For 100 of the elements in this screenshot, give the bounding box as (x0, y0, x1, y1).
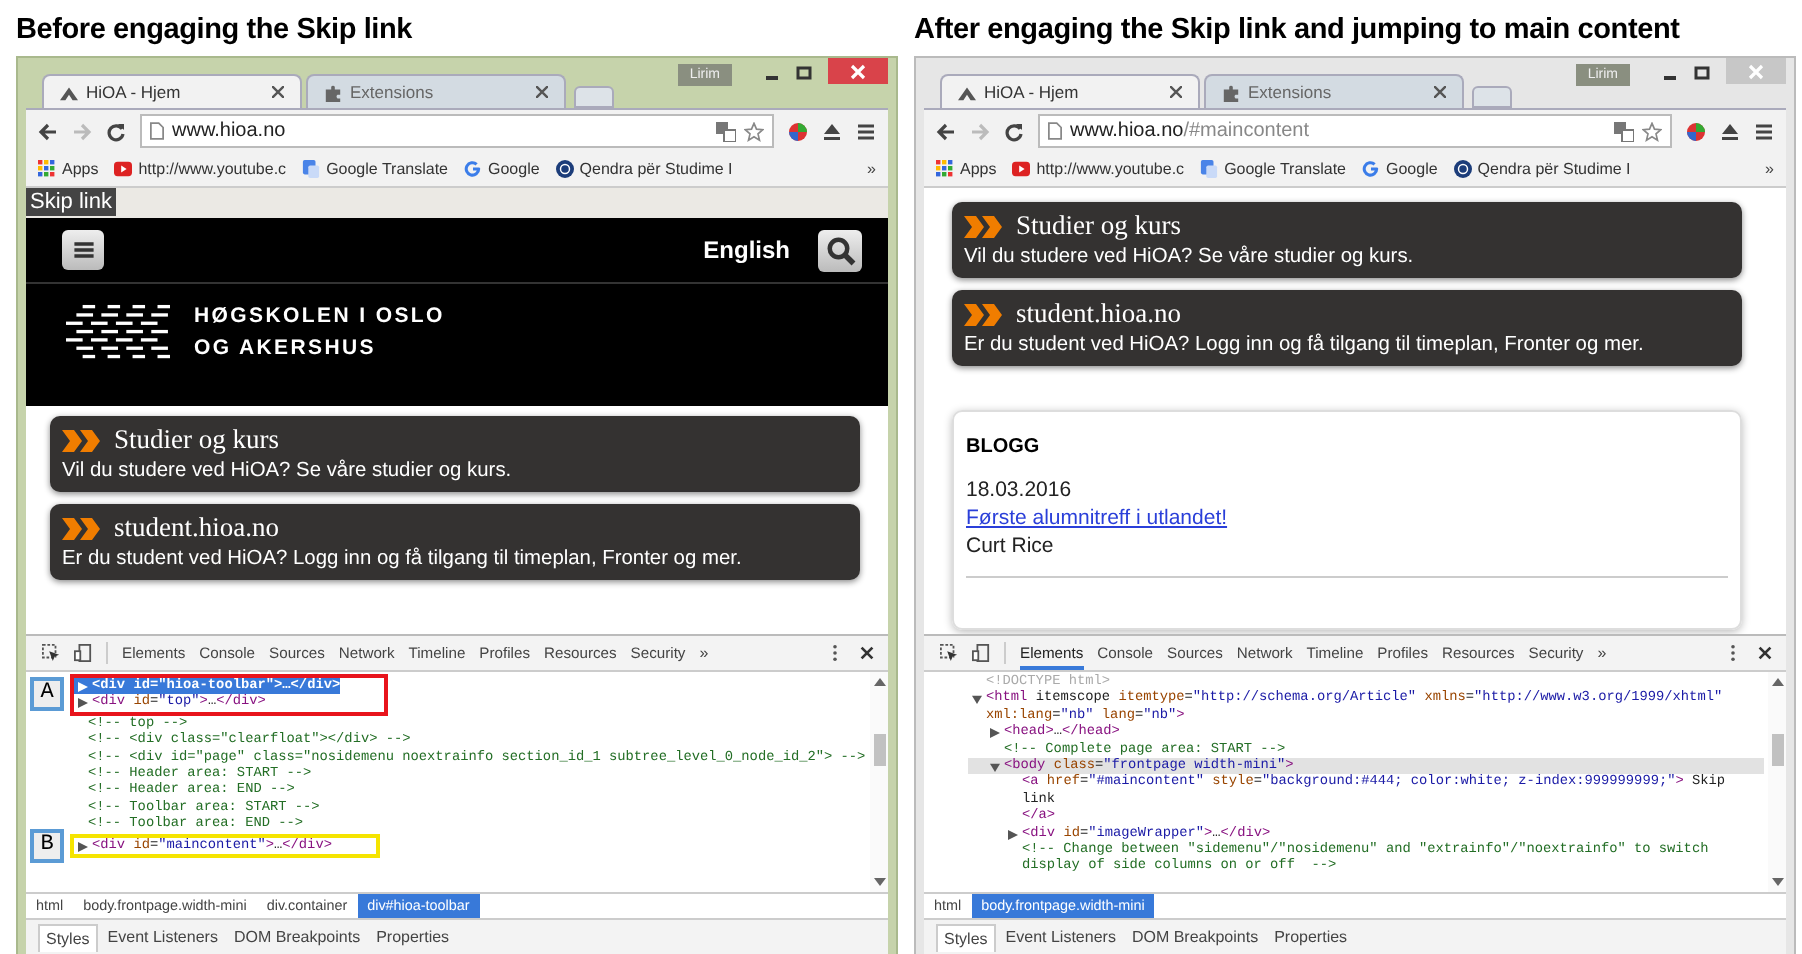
scroll-down-icon[interactable] (1771, 878, 1783, 886)
triangle-right-icon[interactable] (78, 841, 88, 852)
triangle-down-icon[interactable] (990, 762, 1000, 773)
device-icon[interactable] (972, 644, 990, 662)
logo-text: OG AKERSHUS (194, 334, 378, 364)
scroll-up-icon[interactable] (1771, 678, 1783, 686)
sidebar-tab[interactable]: Properties (1268, 924, 1354, 950)
house-icon (958, 83, 976, 101)
maximize-icon[interactable] (796, 66, 812, 82)
inspect-cursor-icon[interactable] (940, 644, 958, 662)
inspect-cursor-icon[interactable] (42, 644, 60, 662)
address-field[interactable]: www.hioa.no (140, 114, 774, 148)
post-link[interactable]: Første alumnitreff i utlandet! (966, 504, 1228, 532)
triangle-right-icon[interactable] (990, 728, 1000, 739)
browser-tab[interactable]: Extensions (1204, 74, 1464, 108)
more-tabs-button[interactable]: » (699, 644, 709, 662)
bookmark[interactable]: Google (464, 160, 540, 178)
bookmark[interactable]: Qendra për Studime I (555, 160, 733, 178)
more-bookmarks-button[interactable]: » (867, 160, 876, 178)
card-text: Er du student ved HiOA? Logg inn og få tilgang til timeplan, Fronter og mer. (964, 334, 1646, 356)
sidebar-tab[interactable]: DOM Breakpoints (227, 924, 367, 950)
browser-tab[interactable]: HiOA - Hjem (940, 74, 1200, 108)
card-title: student.hioa.no (114, 512, 279, 544)
reload-icon[interactable] (106, 121, 126, 141)
back-arrow-icon[interactable] (936, 121, 956, 141)
scrollbar[interactable] (870, 672, 888, 892)
browser-tab[interactable]: Extensions (306, 74, 566, 108)
scrollbar[interactable] (1768, 672, 1786, 892)
post-date: 18.03.2016 (966, 476, 1074, 504)
link-card[interactable]: Studier og kurs Vil du studere ved HiOA? Se våre studier og kurs. (952, 202, 1742, 278)
reload-icon[interactable] (1004, 121, 1024, 141)
blog-heading: BLOGG (966, 436, 1042, 458)
sidebar-tab[interactable]: Properties (370, 924, 456, 950)
translate-icon[interactable] (716, 121, 736, 141)
card-title: student.hioa.no (1016, 298, 1181, 330)
back-arrow-icon[interactable] (38, 121, 58, 141)
triangle-right-icon[interactable] (78, 682, 88, 692)
apps-grid-icon (936, 160, 954, 178)
colorful-ball-icon[interactable] (788, 121, 808, 141)
browser-tab[interactable]: HiOA - Hjem (42, 74, 302, 108)
bookmark[interactable]: http://www.youtube.c (114, 160, 287, 178)
link-card[interactable]: student.hioa.no Er du student ved HiOA? Logg inn og få tilgang til timeplan, Fronter og mer. (952, 290, 1742, 366)
link-card[interactable]: Studier og kurs Vil du studere ved HiOA? Se våre studier og kurs. (50, 416, 860, 492)
search-icon[interactable] (825, 235, 855, 265)
device-icon[interactable] (74, 644, 92, 662)
scrollbar-thumb[interactable] (873, 734, 885, 766)
close-icon[interactable] (1756, 644, 1774, 662)
star-icon[interactable] (1642, 121, 1662, 141)
double-chevron-icon (62, 429, 102, 451)
scrollbar-thumb[interactable] (1771, 734, 1783, 766)
puzzle-icon (324, 83, 342, 101)
skip-link[interactable]: Skip link (26, 188, 116, 216)
close-icon[interactable] (1170, 86, 1182, 98)
close-icon[interactable] (1434, 86, 1446, 98)
sidebar-tab[interactable]: DOM Breakpoints (1125, 924, 1265, 950)
translate-icon (1200, 160, 1219, 178)
language-link[interactable]: English (703, 236, 790, 264)
address-field[interactable]: www.hioa.no/#maincontent (1038, 114, 1672, 148)
eject-icon[interactable] (822, 121, 842, 141)
translate-icon[interactable] (1614, 121, 1634, 141)
sidebar-tab[interactable]: Styles (38, 923, 98, 951)
bookmark[interactable]: http://www.youtube.c (1012, 160, 1185, 178)
menu-button[interactable] (62, 230, 104, 270)
close-icon[interactable] (272, 86, 284, 98)
close-icon[interactable] (536, 86, 548, 98)
scroll-down-icon[interactable] (873, 878, 885, 886)
double-chevron-icon (62, 517, 102, 539)
close-icon[interactable] (858, 644, 876, 662)
sidebar-tab[interactable]: Event Listeners (999, 924, 1122, 950)
post-author: Curt Rice (966, 532, 1056, 560)
card-text: Vil du studere ved HiOA? Se våre studier og kurs. (62, 460, 514, 482)
triangle-down-icon[interactable] (972, 694, 982, 705)
bookmark[interactable]: Google (1362, 160, 1438, 178)
sidebar-tab[interactable]: Event Listeners (101, 924, 224, 950)
sidebar-tab[interactable]: Styles (936, 923, 996, 951)
colorful-ball-icon[interactable] (1686, 121, 1706, 141)
bookmark[interactable]: Apps (38, 160, 99, 178)
caption: Before engaging the Skip link (16, 12, 415, 50)
menu-icon[interactable] (71, 238, 95, 262)
more-bookmarks-button[interactable]: » (1765, 160, 1774, 178)
scroll-up-icon[interactable] (873, 678, 885, 686)
menu-icon[interactable] (1754, 121, 1774, 141)
triangle-right-icon[interactable] (1008, 829, 1018, 840)
bookmark[interactable]: Qendra për Studime I (1453, 160, 1631, 178)
card-text: Vil du studere ved HiOA? Se våre studier og kurs. (964, 246, 1416, 268)
maximize-icon[interactable] (1694, 66, 1710, 82)
triangle-right-icon[interactable] (78, 698, 88, 709)
star-icon[interactable] (744, 121, 764, 141)
menu-icon[interactable] (856, 121, 876, 141)
letter-g-icon (464, 160, 482, 178)
card-title: Studier og kurs (1016, 210, 1181, 242)
bookmark[interactable]: Apps (936, 160, 997, 178)
search-button[interactable] (818, 229, 862, 271)
bookmark[interactable]: Google Translate (302, 160, 448, 178)
bookmark[interactable]: Google Translate (1200, 160, 1346, 178)
more-tabs-button[interactable]: » (1597, 644, 1607, 662)
link-card[interactable]: student.hioa.no Er du student ved HiOA? Logg inn og få tilgang til timeplan, Fronter og mer. (50, 504, 860, 580)
eject-icon[interactable] (1720, 121, 1740, 141)
round-emblem-icon (555, 160, 574, 178)
close-button[interactable] (828, 58, 888, 84)
